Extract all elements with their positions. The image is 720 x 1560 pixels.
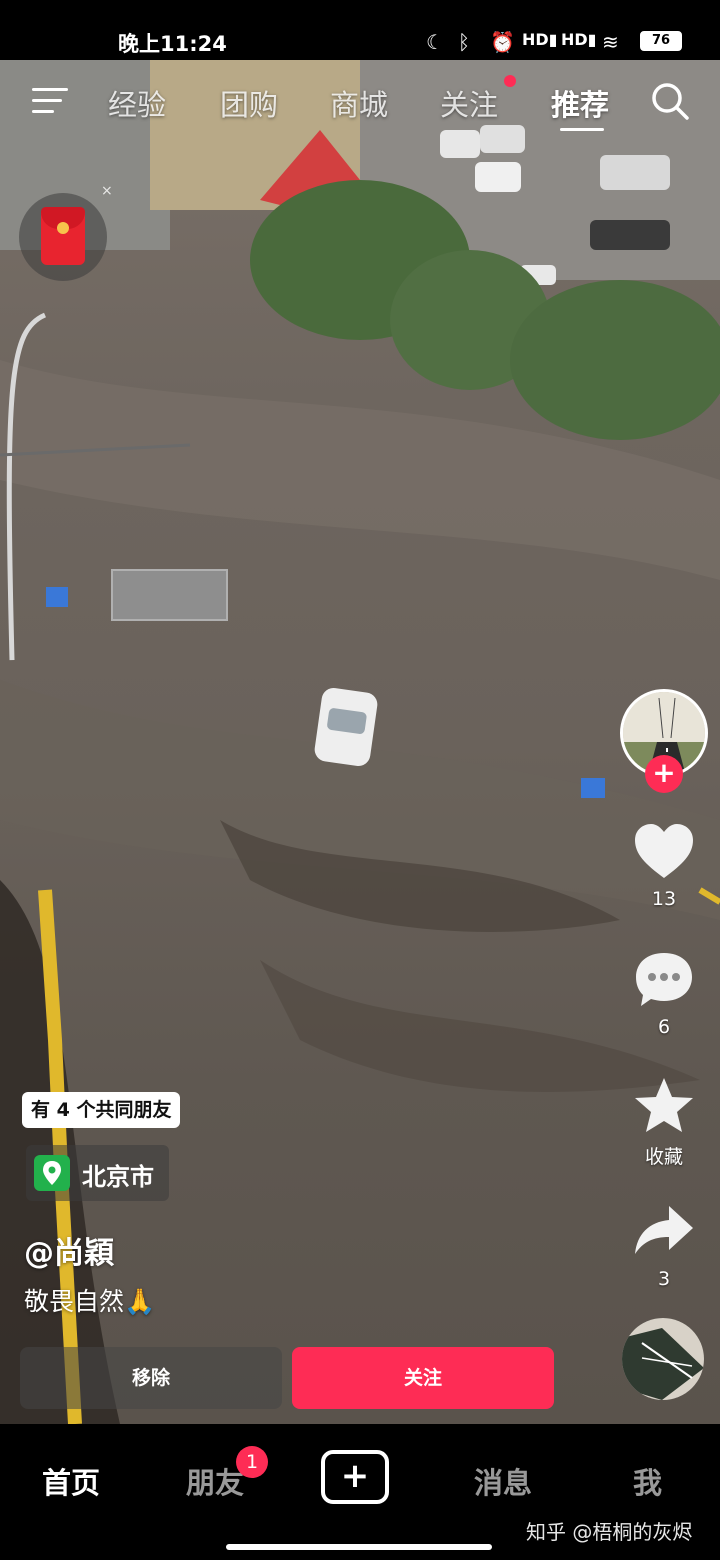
nav-home[interactable]: 首页 xyxy=(42,1460,100,1502)
hd-signal-icon-2: HD▮ xyxy=(561,30,597,49)
remove-button[interactable]: 移除 xyxy=(20,1347,282,1409)
author-name[interactable]: @尚穎 xyxy=(24,1228,114,1272)
comment-button[interactable]: 6 xyxy=(624,950,704,1038)
tab-mall[interactable]: 商城 xyxy=(330,82,388,124)
music-disc[interactable] xyxy=(622,1318,704,1400)
wifi-icon: ≋ xyxy=(602,30,619,54)
road-sign xyxy=(111,569,228,621)
pedestrian-sign xyxy=(581,778,605,798)
status-time: 晚上11:24 xyxy=(118,32,227,56)
alarm-icon: ⏰ xyxy=(490,30,515,54)
nav-me[interactable]: 我 xyxy=(633,1460,662,1502)
coin-icon xyxy=(57,222,69,234)
status-bar: 晚上11:24 ☾ ᛒ ⏰ HD▮ HD▮ ≋ 76 xyxy=(0,0,720,60)
share-icon xyxy=(635,1206,693,1254)
tab-group-buy[interactable]: 团购 xyxy=(220,82,278,124)
parked-car xyxy=(590,220,670,250)
video-player[interactable] xyxy=(0,60,720,1424)
moon-icon: ☾ xyxy=(426,30,444,54)
red-packet-close-button[interactable]: × xyxy=(101,183,113,199)
search-icon[interactable] xyxy=(650,80,690,124)
red-packet-widget[interactable] xyxy=(19,193,107,281)
nav-friends[interactable]: 朋友 xyxy=(186,1460,244,1502)
share-count: 3 xyxy=(657,1268,671,1290)
follow-button[interactable]: 关注 xyxy=(292,1347,554,1409)
battery-icon: 76 xyxy=(640,31,682,51)
like-button[interactable]: 13 xyxy=(624,822,704,910)
watermark: 知乎 @梧桐的灰烬 xyxy=(526,1520,693,1544)
create-button[interactable]: + xyxy=(321,1450,389,1504)
bottom-nav: 首页 朋友 1 + 消息 我 知乎 @梧桐的灰烬 xyxy=(0,1424,720,1560)
parked-car xyxy=(475,162,521,192)
video-caption: 敬畏自然🙏 xyxy=(24,1287,156,1316)
favorite-label: 收藏 xyxy=(644,1146,683,1168)
nav-messages[interactable]: 消息 xyxy=(474,1460,532,1502)
parked-car xyxy=(600,155,670,190)
location-text: 北京市 xyxy=(82,1163,154,1191)
comment-icon xyxy=(636,953,692,1006)
music-cover-icon xyxy=(622,1318,704,1400)
comment-count: 6 xyxy=(657,1016,671,1038)
friends-badge: 1 xyxy=(236,1446,268,1478)
home-indicator xyxy=(226,1544,492,1550)
like-count: 13 xyxy=(651,888,677,910)
mutual-friends-badge[interactable]: 有 4 个共同朋友 xyxy=(22,1092,181,1128)
heart-icon xyxy=(635,824,693,878)
share-button[interactable]: 3 xyxy=(624,1202,704,1290)
follow-plus-button[interactable]: + xyxy=(645,755,683,793)
tab-following[interactable]: 关注 xyxy=(440,82,498,124)
location-pin-icon xyxy=(34,1155,70,1191)
following-notification-dot xyxy=(504,75,516,87)
red-packet-icon xyxy=(41,207,85,265)
location-chip[interactable]: 北京市 xyxy=(26,1145,169,1201)
trees xyxy=(510,280,720,440)
star-icon xyxy=(635,1078,693,1132)
favorite-button[interactable]: 收藏 xyxy=(624,1076,704,1169)
pedestrian-sign xyxy=(46,587,68,607)
hd-signal-icon: HD▮ xyxy=(522,30,558,49)
active-tab-indicator xyxy=(560,128,604,131)
menu-icon[interactable] xyxy=(32,86,68,116)
bluetooth-icon: ᛒ xyxy=(458,30,470,54)
video-frame xyxy=(0,60,720,1424)
screen: 晚上11:24 ☾ ᛒ ⏰ HD▮ HD▮ ≋ 76 经验 团购 商城 关注 推… xyxy=(0,0,720,1560)
tab-experience[interactable]: 经验 xyxy=(108,82,166,124)
top-nav: 经验 团购 商城 关注 推荐 xyxy=(0,70,720,140)
tab-recommend[interactable]: 推荐 xyxy=(551,82,609,124)
